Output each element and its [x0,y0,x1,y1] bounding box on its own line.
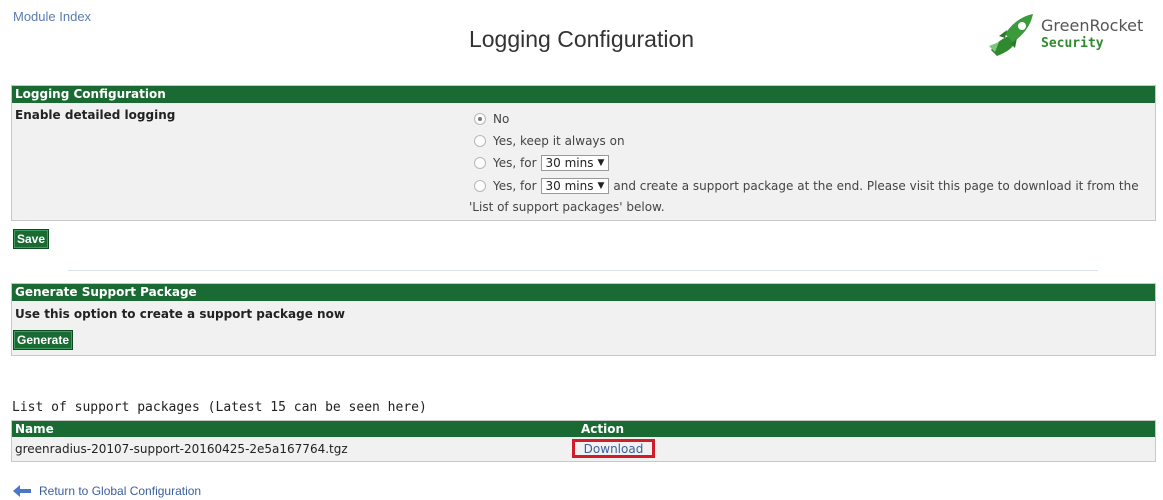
generate-panel-header: Generate Support Package [12,284,1155,301]
return-to-global-config[interactable]: Return to Global Configuration [13,484,201,498]
module-index-link[interactable]: Module Index [13,9,91,24]
greenrocket-logo: GreenRocket Security [985,12,1155,62]
package-duration-select[interactable]: 30 mins ▼ [540,178,610,194]
option-package-suffix2: 'List of support packages' below. [469,200,665,214]
generate-panel: Generate Support Package Use this option… [11,283,1156,356]
column-header-name: Name [15,422,54,436]
table-row: greenradius-20107-support-20160425-2e5a1… [12,437,1155,461]
detailed-logging-label: Enable detailed logging [15,108,176,122]
generate-description: Use this option to create a support pack… [15,307,345,321]
column-header-action: Action [581,422,625,436]
packages-table: Name Action greenradius-20107-support-20… [11,420,1156,462]
section-divider [68,270,1098,271]
option-for-row[interactable]: Yes, for 30 mins ▼ [474,154,613,172]
save-button[interactable]: Save [13,229,50,249]
option-package-label: Yes, for [493,179,537,193]
option-no-row[interactable]: No [474,110,509,128]
radio-yes-package[interactable] [474,180,486,192]
chevron-down-icon: ▼ [597,181,605,191]
logo-line2: Security [1041,36,1104,51]
packages-table-title: List of support packages (Latest 15 can … [12,400,427,415]
download-link[interactable]: Download [584,442,644,456]
generate-button[interactable]: Generate [13,330,74,350]
option-always-row[interactable]: Yes, keep it always on [474,132,625,150]
arrow-left-icon [13,485,31,497]
option-always-label: Yes, keep it always on [493,134,625,148]
option-for-label: Yes, for [493,156,537,170]
logging-panel-header: Logging Configuration [12,86,1155,103]
chevron-down-icon: ▼ [597,158,605,168]
radio-no[interactable] [474,113,486,125]
rocket-icon [989,14,1033,56]
radio-yes-for[interactable] [474,157,486,169]
table-header-row: Name Action [12,421,1155,437]
duration-select[interactable]: 30 mins ▼ [540,155,610,171]
package-name-cell: greenradius-20107-support-20160425-2e5a1… [15,442,348,456]
download-highlight: Download [572,439,655,458]
option-no-label: No [493,112,510,126]
return-label: Return to Global Configuration [39,484,202,498]
radio-always-on[interactable] [474,135,486,147]
logo-line1: GreenRocket [1041,16,1144,35]
option-package-suffix: and create a support package at the end.… [613,179,1139,193]
logging-panel: Logging Configuration Enable detailed lo… [11,85,1156,221]
option-package-row[interactable]: Yes, for 30 mins ▼ and create a support p… [474,177,1139,195]
